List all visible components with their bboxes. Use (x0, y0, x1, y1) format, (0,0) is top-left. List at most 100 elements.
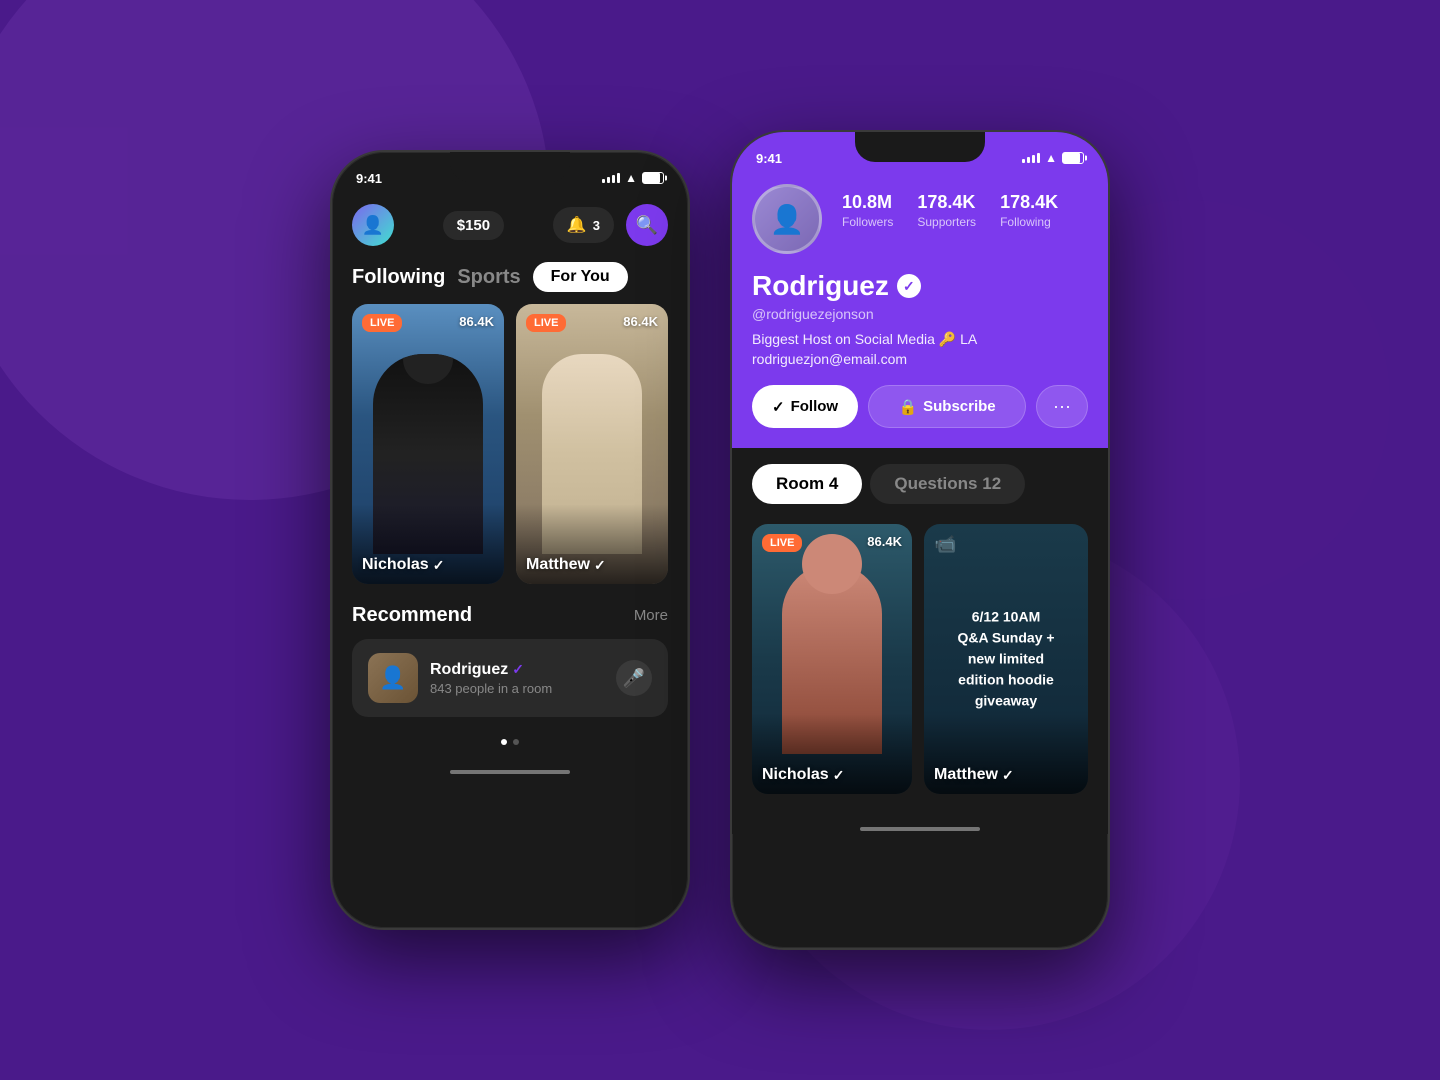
notification-count: 3 (593, 218, 600, 233)
profile-actions: ✓ Follow 🔒 Subscribe ··· (752, 385, 1088, 428)
followers-label: Followers (842, 215, 893, 229)
p2-live-card-nicholas[interactable]: LIVE 86.4K Nicholas ✓ (752, 524, 912, 794)
tab-questions-count-value: 12 (982, 474, 1001, 493)
phone2-cards-container: LIVE 86.4K Nicholas ✓ 📹 6/12 10AMQ&A Sun… (732, 514, 1108, 804)
phone2-content: 👤 10.8M Followers 178.4K Supporters 178.… (732, 176, 1108, 948)
bell-icon: 🔔 (567, 215, 587, 235)
profile-verified-badge: ✓ (897, 274, 921, 298)
recommend-section: Recommend More 👤 Rodriguez ✓ 843 people … (332, 584, 688, 727)
followers-count: 10.8M (842, 192, 893, 213)
live-card-matthew[interactable]: LIVE 86.4K Matthew ✓ (516, 304, 668, 584)
home-bar (450, 770, 570, 774)
profile-username: @rodriguezejonson (752, 306, 1088, 322)
profile-row: 👤 10.8M Followers 178.4K Supporters 178.… (752, 176, 1088, 270)
tab-room[interactable]: Room 4 (752, 464, 862, 504)
tab-following[interactable]: Following (352, 266, 445, 289)
tab-room-label: Room (776, 474, 824, 493)
nicholas-viewer-count: 86.4K (459, 314, 494, 329)
more-button[interactable]: More (634, 607, 668, 624)
phone1-content: 👤 $150 🔔 3 🔍 Following Sports For You (332, 196, 688, 928)
p2-nicholas-verified: ✓ (833, 767, 845, 784)
phone1-status-right: ▲ (602, 171, 664, 185)
profile-header-section: 👤 10.8M Followers 178.4K Supporters 178.… (732, 176, 1108, 448)
signal-bar-2 (607, 177, 610, 183)
phone2-signal-icon (1022, 153, 1040, 163)
p2-matthew-name: Matthew ✓ (934, 766, 1014, 784)
phone2-notch (855, 132, 985, 162)
supporters-label: Supporters (917, 215, 976, 229)
signal-bar-4 (617, 173, 620, 183)
phone1-time: 9:41 (356, 171, 382, 186)
p2-nicholas-live-badge: LIVE (762, 534, 802, 552)
p2-nicholas-name-text: Nicholas (762, 766, 829, 784)
phone-1: 9:41 ▲ 👤 $150 (330, 150, 690, 930)
matthew-name-text: Matthew (526, 556, 590, 574)
supporters-count: 178.4K (917, 192, 976, 213)
more-dots-icon: ··· (1053, 396, 1071, 416)
phone-2: 9:41 ▲ 👤 (730, 130, 1110, 950)
phone2-signal-bar-1 (1022, 159, 1025, 163)
phone1-header: 👤 $150 🔔 3 🔍 (332, 196, 688, 258)
following-count: 178.4K (1000, 192, 1058, 213)
notification-button[interactable]: 🔔 3 (553, 207, 614, 243)
subscribe-lock-icon: 🔒 (898, 398, 917, 416)
phone2-wifi-icon: ▲ (1045, 151, 1057, 165)
nicholas-name: Nicholas ✓ (362, 556, 444, 574)
supporters-stat: 178.4K Supporters (917, 192, 976, 229)
matthew-viewer-count: 86.4K (623, 314, 658, 329)
p2-matthew-verified: ✓ (1002, 767, 1014, 784)
phone2-status-right: ▲ (1022, 151, 1084, 165)
rodriguez-name: Rodriguez ✓ (430, 661, 604, 679)
tab-questions[interactable]: Questions 12 (870, 464, 1025, 504)
nicholas-verified-icon: ✓ (433, 557, 445, 574)
recommend-title: Recommend (352, 604, 472, 627)
scheduled-event-text: 6/12 10AMQ&A Sunday +new limitededition … (924, 591, 1088, 728)
tab-for-you[interactable]: For You (533, 262, 628, 292)
phone2-home-indicator (732, 804, 1108, 834)
phone1-tabs: Following Sports For You (332, 258, 688, 304)
phone2-battery-fill (1063, 153, 1080, 163)
rodriguez-verified-icon: ✓ (512, 661, 524, 678)
following-label: Following (1000, 215, 1058, 229)
recommend-card-rodriguez[interactable]: 👤 Rodriguez ✓ 843 people in a room 🎤 (352, 639, 668, 717)
phone2-time: 9:41 (756, 151, 782, 166)
follow-label: Follow (791, 398, 839, 415)
phone2-home-bar (860, 827, 980, 831)
signal-bar-1 (602, 179, 605, 183)
user-avatar[interactable]: 👤 (352, 204, 394, 246)
search-button[interactable]: 🔍 (626, 204, 668, 246)
follow-button[interactable]: ✓ Follow (752, 385, 858, 428)
nicholas-name-text: Nicholas (362, 556, 429, 574)
rodriguez-subtitle: 843 people in a room (430, 681, 604, 696)
rodriguez-info: Rodriguez ✓ 843 people in a room (430, 661, 604, 696)
subscribe-button[interactable]: 🔒 Subscribe (868, 385, 1026, 428)
more-options-button[interactable]: ··· (1036, 385, 1088, 428)
dot-2 (513, 739, 519, 745)
profile-bio-text: Biggest Host on Social Media 🔑 LA (752, 331, 977, 347)
live-card-nicholas[interactable]: LIVE 86.4K Nicholas ✓ (352, 304, 504, 584)
page-dots (332, 727, 688, 757)
nicholas-live-badge: LIVE (362, 314, 402, 332)
rodriguez-name-text: Rodriguez (430, 661, 508, 679)
phones-container: 9:41 ▲ 👤 $150 (330, 130, 1110, 950)
profile-email: rodriguezjon@email.com (752, 351, 907, 367)
signal-icon (602, 173, 620, 183)
signal-bar-3 (612, 175, 615, 183)
phone2-signal-bar-2 (1027, 157, 1030, 163)
phone1-notch (450, 152, 570, 182)
p2-card-matthew[interactable]: 📹 6/12 10AMQ&A Sunday +new limitededitio… (924, 524, 1088, 794)
profile-bio: Biggest Host on Social Media 🔑 LA rodrig… (752, 330, 1088, 369)
tab-sports[interactable]: Sports (457, 266, 520, 289)
matthew-name: Matthew ✓ (526, 556, 606, 574)
p2-nicholas-name: Nicholas ✓ (762, 766, 844, 784)
p2-nicholas-viewer-count: 86.4K (867, 534, 902, 549)
followers-stat: 10.8M Followers (842, 192, 893, 229)
profile-name: Rodriguez (752, 270, 889, 302)
video-camera-icon: 📹 (934, 534, 956, 555)
matthew-live-badge: LIVE (526, 314, 566, 332)
mic-button[interactable]: 🎤 (616, 660, 652, 696)
dot-1 (501, 739, 507, 745)
p2-matthew-name-text: Matthew (934, 766, 998, 784)
rodriguez-avatar: 👤 (368, 653, 418, 703)
balance-display: $150 (443, 211, 504, 240)
